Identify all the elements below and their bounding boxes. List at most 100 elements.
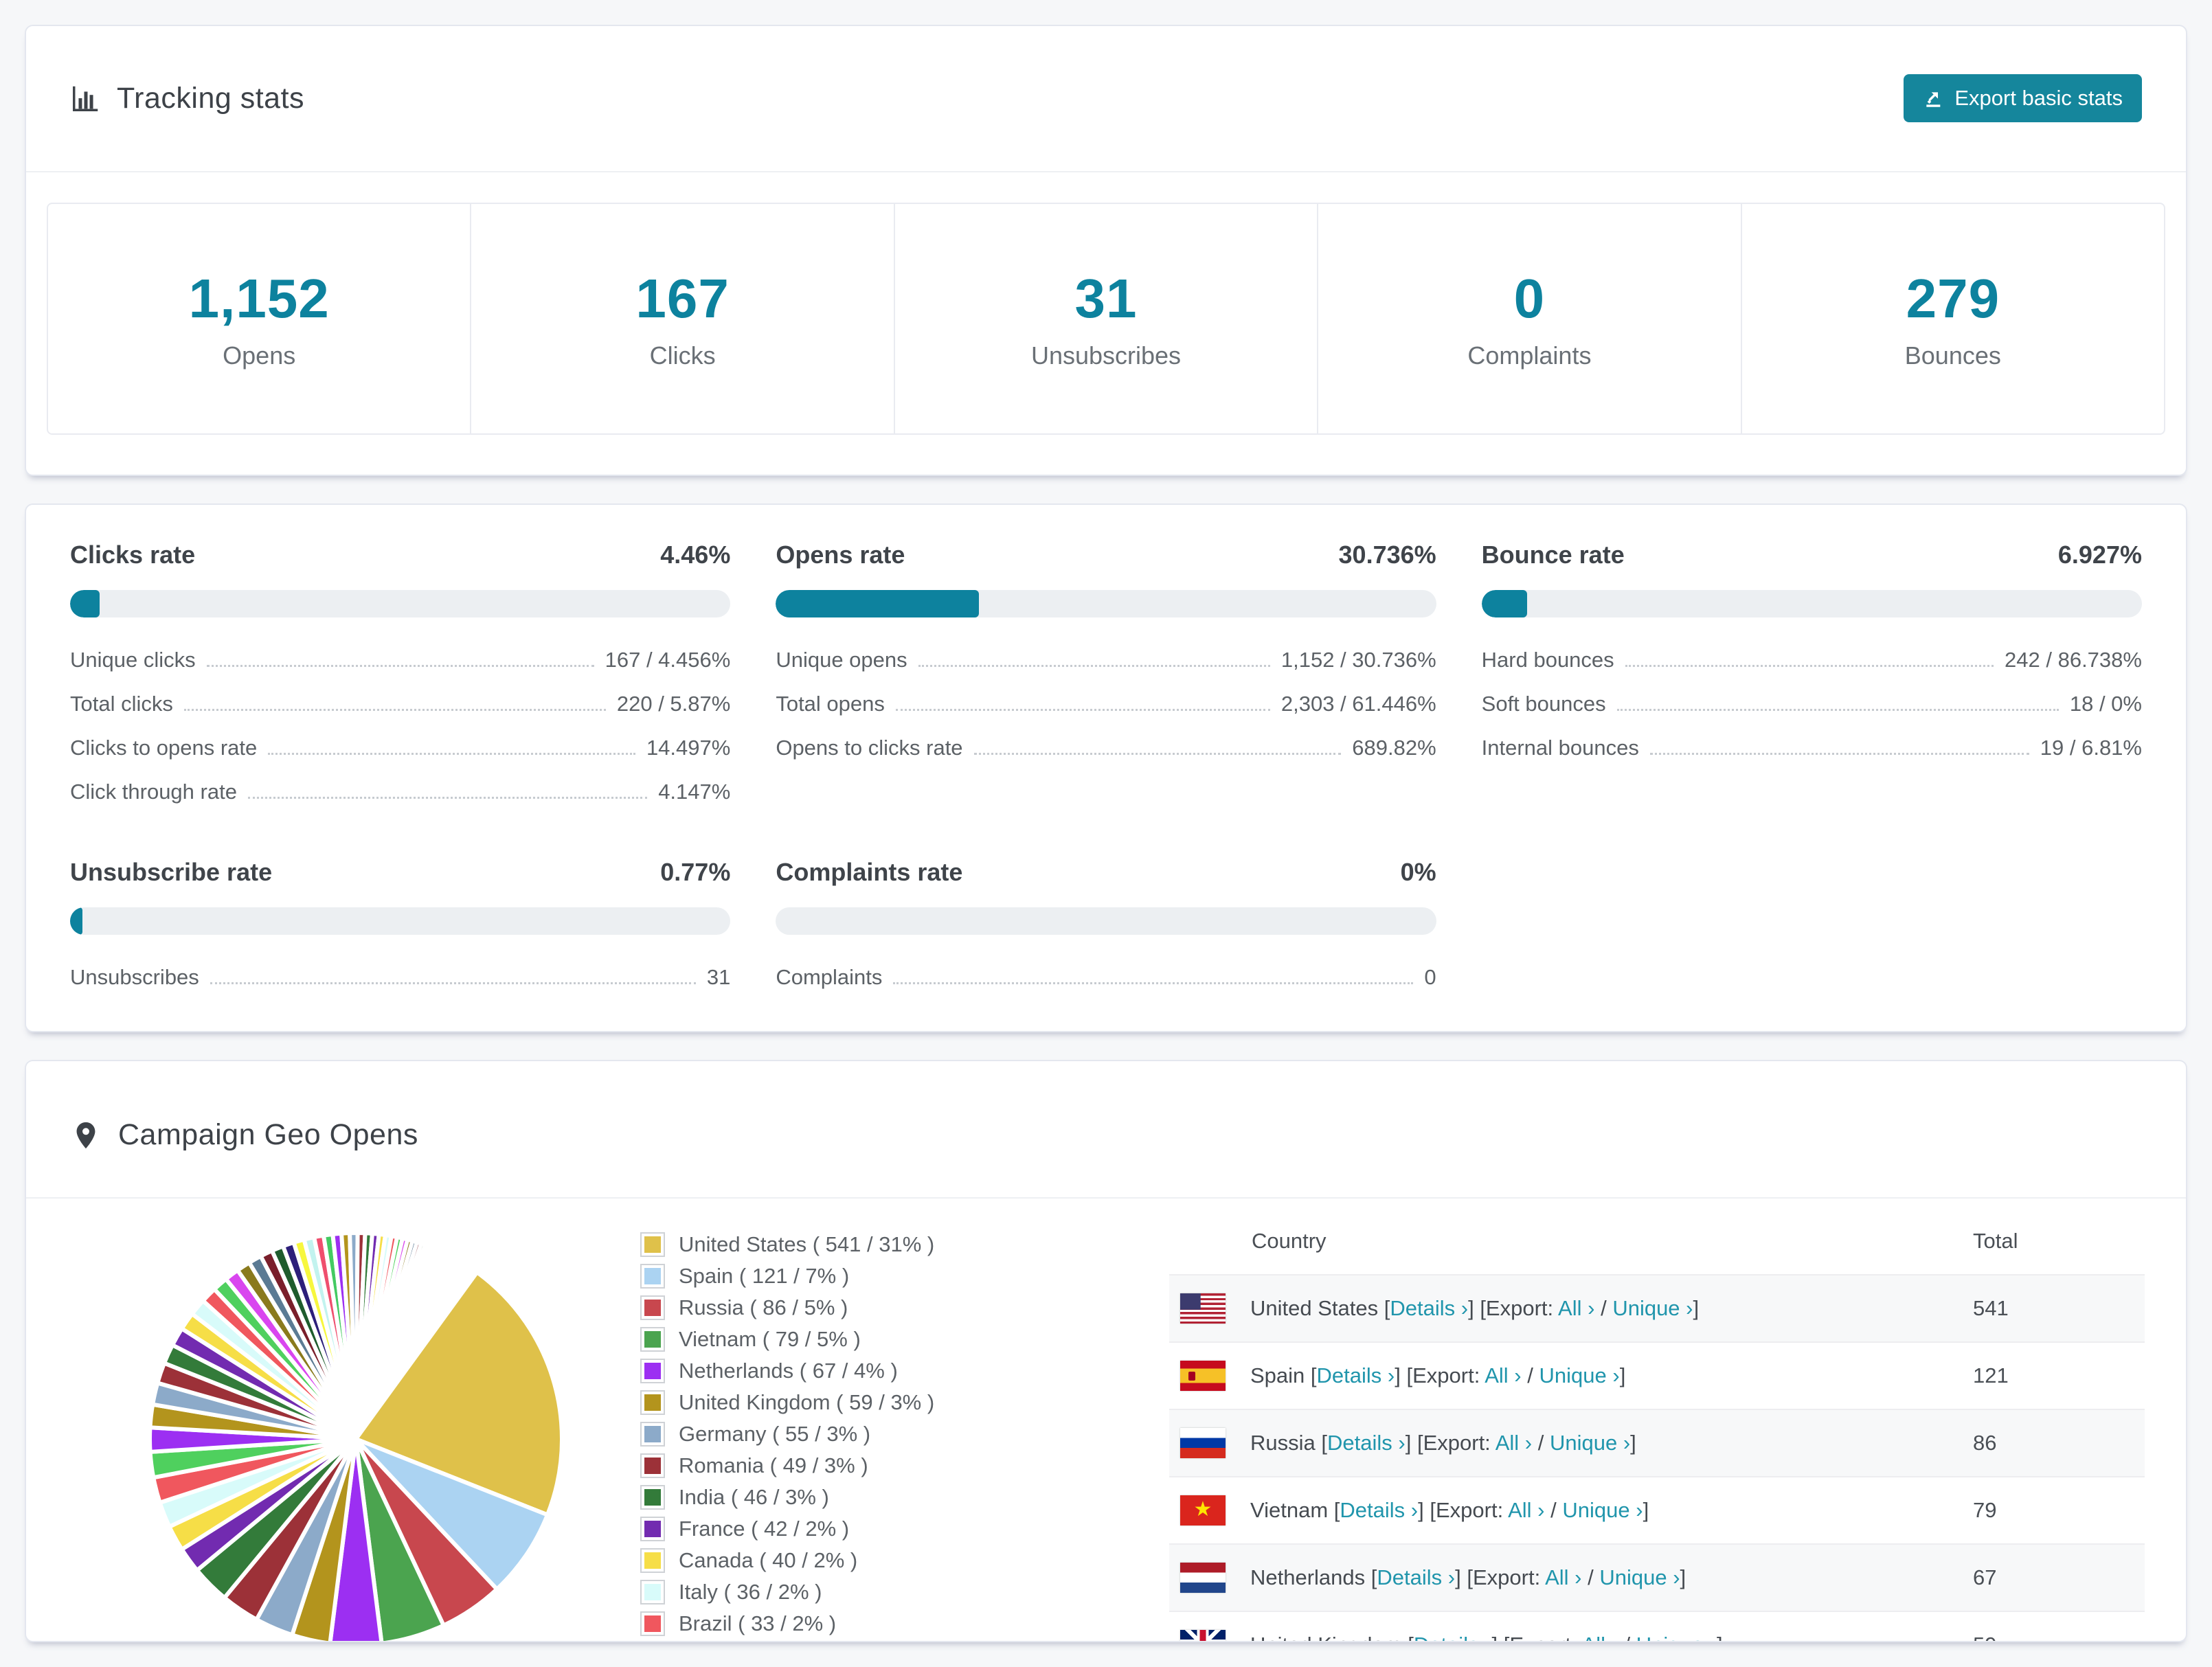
export-basic-stats-button[interactable]: Export basic stats [1904, 74, 2142, 123]
rate-detail-value: 2,303 / 61.446% [1280, 691, 1436, 716]
country-total: 67 [1973, 1565, 1997, 1589]
rate-detail-row: Total clicks 220 / 5.87% [70, 682, 730, 726]
legend-item[interactable]: United States ( 541 / 31% ) [640, 1229, 1169, 1260]
nl-flag-icon [1180, 1562, 1226, 1593]
complaints-rate-panel: Complaints rate 0% Complaints 0 [776, 858, 1436, 999]
geo-table-row: United Kingdom [Details ›] [Export: All … [1169, 1610, 2145, 1641]
dotted-leader [183, 708, 606, 711]
page-title: Tracking stats [117, 81, 305, 115]
rate-detail-label: Total clicks [70, 691, 173, 716]
geo-table-row: Netherlands [Details ›] [Export: All › /… [1169, 1543, 2145, 1611]
campaign-geo-opens-card: Campaign Geo Opens United States ( 541 /… [25, 1059, 2187, 1642]
legend-swatch-icon [640, 1358, 665, 1383]
legend-swatch-icon [640, 1547, 665, 1573]
legend-item[interactable]: Italy ( 36 / 2% ) [640, 1576, 1169, 1608]
rate-detail-row: Hard bounces 242 / 86.738% [1482, 638, 2142, 682]
legend-swatch-icon [640, 1295, 665, 1320]
summary-complaints: 0 Complaints [1317, 203, 1740, 433]
complaints-count: 0 [1513, 267, 1546, 329]
details-link[interactable]: Details › [1414, 1633, 1492, 1641]
export-unique-link[interactable]: Unique › [1562, 1498, 1643, 1522]
rate-detail-label: Hard bounces [1481, 647, 1614, 672]
export-unique-link[interactable]: Unique › [1599, 1565, 1680, 1589]
country-name: Spain [1250, 1363, 1305, 1387]
export-all-link[interactable]: All › [1545, 1565, 1581, 1589]
legend-label: Netherlands ( 67 / 4% ) [679, 1358, 898, 1383]
country-name: Netherlands [1250, 1565, 1366, 1589]
legend-swatch-icon [640, 1326, 665, 1352]
us-flag-icon [1180, 1293, 1226, 1324]
rate-detail-label: Total opens [776, 691, 885, 716]
rate-detail-value: 18 / 0% [2069, 691, 2142, 716]
rate-detail-label: Opens to clicks rate [776, 735, 963, 760]
summary-bounces: 279 Bounces [1740, 203, 2164, 433]
pie-legend: United States ( 541 / 31% ) Spain ( 121 … [640, 1199, 1169, 1641]
details-link[interactable]: Details › [1317, 1363, 1395, 1387]
map-pin-icon [76, 1122, 95, 1148]
export-unique-link[interactable]: Unique › [1539, 1363, 1620, 1387]
details-link[interactable]: Details › [1327, 1431, 1406, 1455]
export-unique-link[interactable]: Unique › [1636, 1633, 1717, 1641]
export-all-link[interactable]: All › [1485, 1363, 1521, 1387]
legend-item[interactable]: Germany ( 55 / 3% ) [640, 1418, 1169, 1450]
clicks-count: 167 [635, 267, 730, 329]
details-link[interactable]: Details › [1390, 1296, 1468, 1320]
es-flag-icon [1180, 1360, 1226, 1391]
legend-swatch-icon [640, 1611, 665, 1636]
country-total: 79 [1973, 1497, 1997, 1522]
rate-detail-label: Clicks to opens rate [70, 735, 258, 760]
opens-count: 1,152 [188, 267, 330, 329]
rate-detail-row: Clicks to opens rate 14.497% [70, 726, 730, 770]
clicks-label: Clicks [649, 341, 716, 370]
legend-item[interactable]: France ( 42 / 2% ) [640, 1513, 1169, 1545]
rate-detail-row: Unique opens 1,152 / 30.736% [776, 638, 1436, 682]
bar-chart-icon [73, 87, 98, 112]
legend-item[interactable]: Russia ( 86 / 5% ) [640, 1292, 1169, 1324]
rate-detail-value: 1,152 / 30.736% [1280, 647, 1436, 672]
geo-table-row: Spain [Details ›] [Export: All › / Uniqu… [1169, 1341, 2145, 1409]
export-all-link[interactable]: All › [1496, 1431, 1532, 1455]
dotted-leader [206, 664, 594, 667]
legend-item[interactable]: South Africa ( 29 / 2% ) [640, 1640, 1169, 1641]
legend-item[interactable]: United Kingdom ( 59 / 3% ) [640, 1387, 1169, 1418]
details-link[interactable]: Details › [1377, 1565, 1455, 1589]
export-unique-link[interactable]: Unique › [1550, 1431, 1630, 1455]
legend-item[interactable]: Vietnam ( 79 / 5% ) [640, 1324, 1169, 1355]
details-link[interactable]: Details › [1340, 1498, 1418, 1522]
legend-item[interactable]: Romania ( 49 / 3% ) [640, 1450, 1169, 1482]
export-icon [1926, 92, 1941, 108]
legend-swatch-icon [640, 1390, 665, 1415]
country-name: Vietnam [1250, 1497, 1329, 1522]
clicks-rate-value: 4.46% [660, 540, 731, 569]
legend-item[interactable]: Canada ( 40 / 2% ) [640, 1545, 1169, 1576]
legend-label: Russia ( 86 / 5% ) [679, 1295, 848, 1319]
pie-chart-svg[interactable] [136, 1219, 576, 1642]
legend-item[interactable]: Netherlands ( 67 / 4% ) [640, 1355, 1169, 1387]
legend-item[interactable]: India ( 46 / 3% ) [640, 1482, 1169, 1513]
summary-stats-row: 1,152 Opens 167 Clicks 31 Unsubscribes 0… [47, 202, 2165, 435]
legend-item[interactable]: Spain ( 121 / 7% ) [640, 1260, 1169, 1292]
bounce-rate-panel: Bounce rate 6.927% Hard bounces 242 / 86… [1481, 540, 2142, 814]
export-all-link[interactable]: All › [1508, 1498, 1544, 1522]
rate-detail-value: 4.147% [658, 779, 731, 804]
legend-label: Germany ( 55 / 3% ) [679, 1421, 871, 1446]
geo-table-row: Russia [Details ›] [Export: All › / Uniq… [1169, 1408, 2145, 1476]
dotted-leader [1616, 708, 2059, 711]
export-all-link[interactable]: All › [1582, 1633, 1618, 1641]
bounce-rate-title: Bounce rate [1481, 540, 1625, 569]
geo-pie-chart[interactable] [70, 1199, 640, 1642]
export-button-label: Export basic stats [1954, 86, 2123, 111]
legend-swatch-icon [640, 1484, 665, 1510]
rate-detail-value: 242 / 86.738% [2005, 647, 2142, 672]
bounce-rate-value: 6.927% [2057, 540, 2142, 569]
page: Tracking stats Export basic stats 1,152 … [0, 0, 2212, 1667]
opens-rate-title: Opens rate [776, 540, 905, 569]
legend-swatch-icon [640, 1232, 665, 1257]
rate-detail-label: Unsubscribes [70, 964, 199, 989]
complaints-rate-progressbar [776, 907, 1436, 935]
export-all-link[interactable]: All › [1558, 1296, 1594, 1320]
rate-detail-row: Opens to clicks rate 689.82% [776, 726, 1436, 770]
legend-item[interactable]: Brazil ( 33 / 2% ) [640, 1608, 1169, 1640]
legend-label: India ( 46 / 3% ) [679, 1484, 829, 1509]
export-unique-link[interactable]: Unique › [1612, 1296, 1693, 1320]
